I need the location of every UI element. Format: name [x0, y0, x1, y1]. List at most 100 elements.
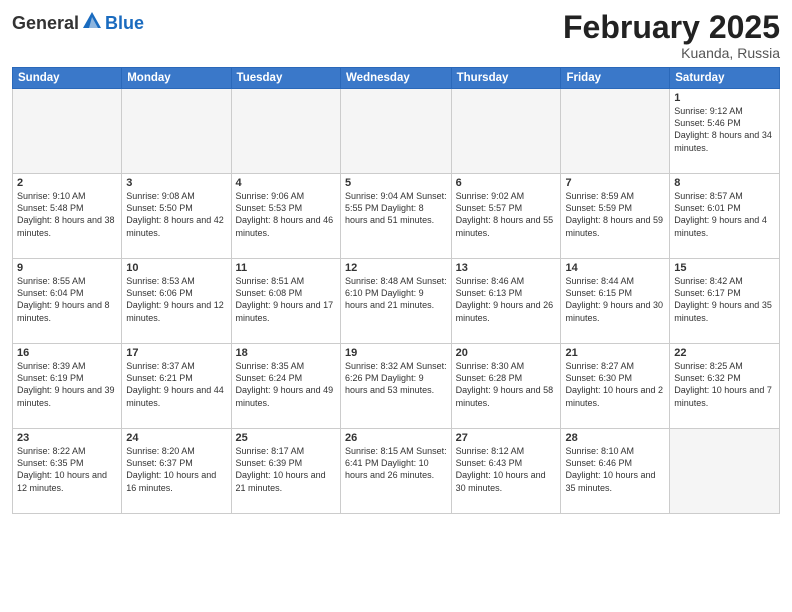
day-info: Sunrise: 8:17 AM Sunset: 6:39 PM Dayligh…	[236, 445, 336, 494]
calendar-cell: 17Sunrise: 8:37 AM Sunset: 6:21 PM Dayli…	[122, 344, 231, 429]
calendar-cell: 28Sunrise: 8:10 AM Sunset: 6:46 PM Dayli…	[561, 429, 670, 514]
calendar-cell: 9Sunrise: 8:55 AM Sunset: 6:04 PM Daylig…	[13, 259, 122, 344]
day-number: 8	[674, 177, 775, 189]
day-number: 9	[17, 262, 117, 274]
calendar-cell: 21Sunrise: 8:27 AM Sunset: 6:30 PM Dayli…	[561, 344, 670, 429]
day-info: Sunrise: 8:51 AM Sunset: 6:08 PM Dayligh…	[236, 275, 336, 324]
calendar-cell: 25Sunrise: 8:17 AM Sunset: 6:39 PM Dayli…	[231, 429, 340, 514]
logo-general-text: General	[12, 13, 79, 34]
calendar-cell: 7Sunrise: 8:59 AM Sunset: 5:59 PM Daylig…	[561, 174, 670, 259]
day-info: Sunrise: 8:48 AM Sunset: 6:10 PM Dayligh…	[345, 275, 447, 311]
calendar-cell: 10Sunrise: 8:53 AM Sunset: 6:06 PM Dayli…	[122, 259, 231, 344]
day-info: Sunrise: 8:42 AM Sunset: 6:17 PM Dayligh…	[674, 275, 775, 324]
calendar-cell: 5Sunrise: 9:04 AM Sunset: 5:55 PM Daylig…	[341, 174, 452, 259]
day-info: Sunrise: 8:22 AM Sunset: 6:35 PM Dayligh…	[17, 445, 117, 494]
calendar-cell	[670, 429, 780, 514]
day-info: Sunrise: 9:02 AM Sunset: 5:57 PM Dayligh…	[456, 190, 557, 239]
calendar-week-2: 2Sunrise: 9:10 AM Sunset: 5:48 PM Daylig…	[13, 174, 780, 259]
day-info: Sunrise: 8:27 AM Sunset: 6:30 PM Dayligh…	[565, 360, 665, 409]
calendar-cell	[231, 89, 340, 174]
calendar-cell: 14Sunrise: 8:44 AM Sunset: 6:15 PM Dayli…	[561, 259, 670, 344]
day-number: 26	[345, 432, 447, 444]
day-number: 28	[565, 432, 665, 444]
calendar-week-1: 1Sunrise: 9:12 AM Sunset: 5:46 PM Daylig…	[13, 89, 780, 174]
logo: General Blue	[12, 10, 144, 37]
day-info: Sunrise: 8:32 AM Sunset: 6:26 PM Dayligh…	[345, 360, 447, 396]
calendar-week-3: 9Sunrise: 8:55 AM Sunset: 6:04 PM Daylig…	[13, 259, 780, 344]
calendar-cell: 1Sunrise: 9:12 AM Sunset: 5:46 PM Daylig…	[670, 89, 780, 174]
day-number: 16	[17, 347, 117, 359]
calendar-cell: 13Sunrise: 8:46 AM Sunset: 6:13 PM Dayli…	[451, 259, 561, 344]
day-info: Sunrise: 8:59 AM Sunset: 5:59 PM Dayligh…	[565, 190, 665, 239]
day-info: Sunrise: 8:55 AM Sunset: 6:04 PM Dayligh…	[17, 275, 117, 324]
calendar-week-5: 23Sunrise: 8:22 AM Sunset: 6:35 PM Dayli…	[13, 429, 780, 514]
day-info: Sunrise: 9:04 AM Sunset: 5:55 PM Dayligh…	[345, 190, 447, 226]
calendar-cell: 19Sunrise: 8:32 AM Sunset: 6:26 PM Dayli…	[341, 344, 452, 429]
month-title: February 2025	[563, 10, 780, 45]
calendar-cell: 24Sunrise: 8:20 AM Sunset: 6:37 PM Dayli…	[122, 429, 231, 514]
logo-icon	[81, 10, 103, 37]
calendar-cell	[122, 89, 231, 174]
page-container: General Blue February 2025 Kuanda, Russi…	[0, 0, 792, 612]
calendar-cell: 26Sunrise: 8:15 AM Sunset: 6:41 PM Dayli…	[341, 429, 452, 514]
calendar-cell: 22Sunrise: 8:25 AM Sunset: 6:32 PM Dayli…	[670, 344, 780, 429]
calendar-cell	[341, 89, 452, 174]
logo-blue-text: Blue	[105, 13, 144, 34]
day-info: Sunrise: 8:12 AM Sunset: 6:43 PM Dayligh…	[456, 445, 557, 494]
header-tuesday: Tuesday	[231, 68, 340, 89]
day-number: 7	[565, 177, 665, 189]
header-monday: Monday	[122, 68, 231, 89]
calendar-table: SundayMondayTuesdayWednesdayThursdayFrid…	[12, 67, 780, 514]
day-info: Sunrise: 8:57 AM Sunset: 6:01 PM Dayligh…	[674, 190, 775, 239]
day-number: 13	[456, 262, 557, 274]
day-info: Sunrise: 9:10 AM Sunset: 5:48 PM Dayligh…	[17, 190, 117, 239]
day-number: 22	[674, 347, 775, 359]
day-number: 19	[345, 347, 447, 359]
day-number: 23	[17, 432, 117, 444]
day-number: 18	[236, 347, 336, 359]
day-number: 21	[565, 347, 665, 359]
calendar-cell: 12Sunrise: 8:48 AM Sunset: 6:10 PM Dayli…	[341, 259, 452, 344]
day-number: 11	[236, 262, 336, 274]
calendar-week-4: 16Sunrise: 8:39 AM Sunset: 6:19 PM Dayli…	[13, 344, 780, 429]
day-info: Sunrise: 8:30 AM Sunset: 6:28 PM Dayligh…	[456, 360, 557, 409]
calendar-cell: 16Sunrise: 8:39 AM Sunset: 6:19 PM Dayli…	[13, 344, 122, 429]
day-number: 27	[456, 432, 557, 444]
day-number: 20	[456, 347, 557, 359]
day-info: Sunrise: 8:39 AM Sunset: 6:19 PM Dayligh…	[17, 360, 117, 409]
day-info: Sunrise: 8:35 AM Sunset: 6:24 PM Dayligh…	[236, 360, 336, 409]
calendar-cell: 23Sunrise: 8:22 AM Sunset: 6:35 PM Dayli…	[13, 429, 122, 514]
calendar-cell: 20Sunrise: 8:30 AM Sunset: 6:28 PM Dayli…	[451, 344, 561, 429]
day-number: 1	[674, 92, 775, 104]
calendar-cell: 11Sunrise: 8:51 AM Sunset: 6:08 PM Dayli…	[231, 259, 340, 344]
calendar-cell: 6Sunrise: 9:02 AM Sunset: 5:57 PM Daylig…	[451, 174, 561, 259]
day-number: 12	[345, 262, 447, 274]
header: General Blue February 2025 Kuanda, Russi…	[12, 10, 780, 61]
day-info: Sunrise: 8:20 AM Sunset: 6:37 PM Dayligh…	[126, 445, 226, 494]
location: Kuanda, Russia	[563, 45, 780, 61]
calendar-cell: 18Sunrise: 8:35 AM Sunset: 6:24 PM Dayli…	[231, 344, 340, 429]
day-number: 5	[345, 177, 447, 189]
calendar-cell	[561, 89, 670, 174]
day-number: 15	[674, 262, 775, 274]
day-number: 17	[126, 347, 226, 359]
header-wednesday: Wednesday	[341, 68, 452, 89]
day-number: 10	[126, 262, 226, 274]
day-number: 3	[126, 177, 226, 189]
day-info: Sunrise: 8:15 AM Sunset: 6:41 PM Dayligh…	[345, 445, 447, 481]
header-thursday: Thursday	[451, 68, 561, 89]
header-sunday: Sunday	[13, 68, 122, 89]
calendar-header-row: SundayMondayTuesdayWednesdayThursdayFrid…	[13, 68, 780, 89]
calendar-cell: 4Sunrise: 9:06 AM Sunset: 5:53 PM Daylig…	[231, 174, 340, 259]
day-info: Sunrise: 8:46 AM Sunset: 6:13 PM Dayligh…	[456, 275, 557, 324]
day-number: 6	[456, 177, 557, 189]
day-info: Sunrise: 9:08 AM Sunset: 5:50 PM Dayligh…	[126, 190, 226, 239]
day-number: 2	[17, 177, 117, 189]
calendar-cell: 15Sunrise: 8:42 AM Sunset: 6:17 PM Dayli…	[670, 259, 780, 344]
day-info: Sunrise: 8:37 AM Sunset: 6:21 PM Dayligh…	[126, 360, 226, 409]
title-block: February 2025 Kuanda, Russia	[563, 10, 780, 61]
calendar-cell: 3Sunrise: 9:08 AM Sunset: 5:50 PM Daylig…	[122, 174, 231, 259]
day-info: Sunrise: 9:12 AM Sunset: 5:46 PM Dayligh…	[674, 105, 775, 154]
day-number: 24	[126, 432, 226, 444]
calendar-cell	[451, 89, 561, 174]
